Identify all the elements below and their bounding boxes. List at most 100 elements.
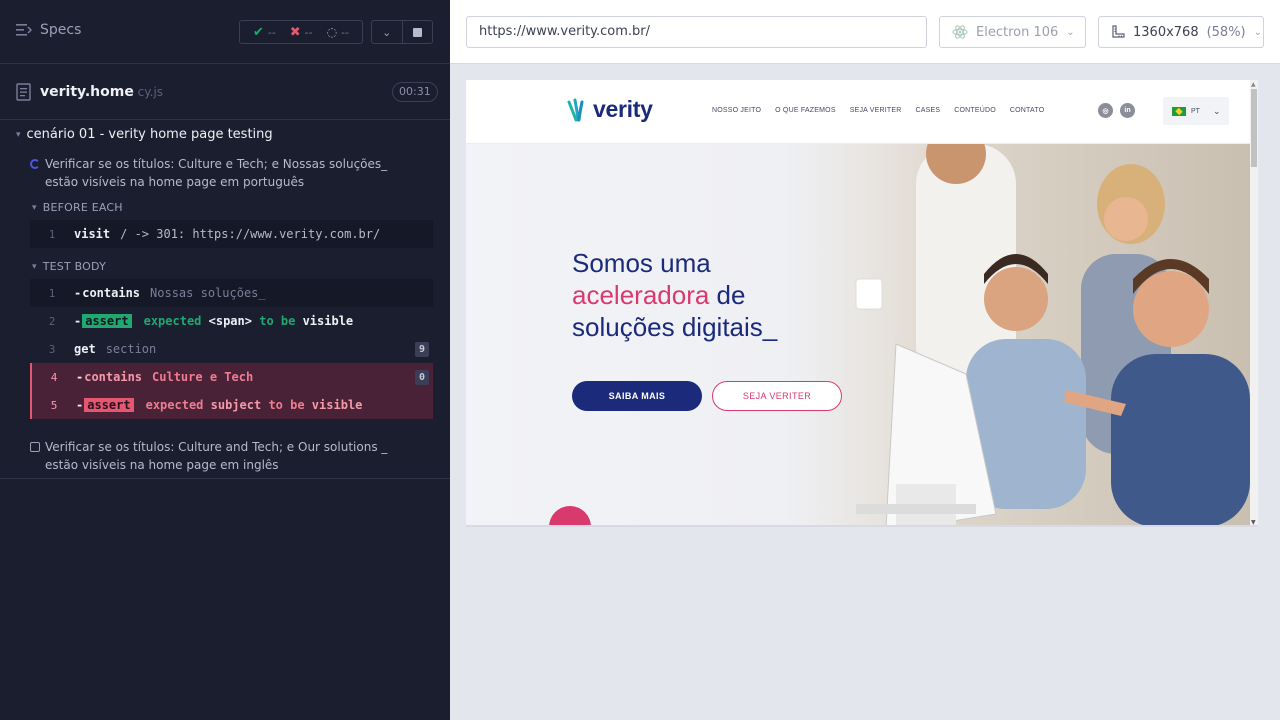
seja-veriter-button[interactable]: SEJA VERITER	[712, 381, 842, 411]
browser-name: Electron 106	[976, 24, 1059, 40]
runner-toolbar: https://www.verity.com.br/ Electron 106 …	[450, 0, 1280, 64]
scrollbar-thumb[interactable]	[1251, 89, 1257, 167]
chevron-down-icon: ⌄	[382, 25, 392, 39]
child-dash: -	[74, 314, 82, 328]
nav-o-que-fazemos[interactable]: O QUE FAZEMOS	[775, 107, 836, 114]
chevron-down-icon: ⌄	[1253, 26, 1263, 38]
aut-scrollbar[interactable]: ▲ ▼	[1250, 80, 1258, 525]
command-row[interactable]: 1 visit / -> 301: https://www.verity.com…	[30, 220, 433, 248]
command-row-failed[interactable]: 4 - contains Culture e Tech 0	[30, 363, 433, 391]
specs-label: Specs	[40, 22, 82, 38]
instagram-icon[interactable]: ◎	[1098, 103, 1113, 118]
menu-list-icon	[16, 24, 32, 36]
viewport-selector[interactable]: 1360x768 (58%) ⌄	[1098, 16, 1264, 48]
hero-line-1: Somos uma	[572, 248, 711, 278]
suite-title[interactable]: ▾ cenário 01 - verity home page testing	[16, 127, 273, 142]
test-item-pending[interactable]: Verificar se os títulos: Culture and Tec…	[30, 438, 400, 474]
file-ext-text: cy.js	[133, 85, 164, 99]
brazil-flag-icon	[1172, 106, 1186, 116]
hero-team-photo	[796, 144, 1250, 525]
assert-badge: assert	[84, 398, 134, 412]
url-field[interactable]: https://www.verity.com.br/	[466, 16, 927, 48]
spec-file-name[interactable]: verity.home cy.js	[40, 84, 163, 100]
hook-label: TEST BODY	[42, 260, 106, 273]
command-row[interactable]: 2 - assert expected <span> to be visible	[30, 307, 433, 335]
assert-to-be: to be	[259, 314, 296, 328]
collapse-all-button[interactable]: ⌄	[372, 21, 403, 43]
command-message: section	[105, 342, 157, 356]
element-count-badge: 9	[415, 342, 429, 357]
app-under-test-panel: https://www.verity.com.br/ Electron 106 …	[450, 0, 1280, 720]
pending-stat: ◌ --	[327, 25, 349, 39]
site-logo[interactable]: verity	[566, 96, 653, 123]
command-name: visit	[74, 227, 111, 241]
circle-notch-icon: ◌	[326, 25, 338, 39]
passed-count: --	[267, 25, 276, 39]
passed-stat: ✔ --	[253, 25, 276, 40]
assert-badge: assert	[82, 314, 132, 328]
chevron-down-icon: ⌄	[1066, 26, 1075, 38]
nav-cases[interactable]: CASES	[916, 107, 941, 114]
check-icon: ✔	[252, 24, 264, 40]
command-row[interactable]: 3 get section 9	[30, 335, 433, 363]
social-links: ◎ in	[1098, 103, 1135, 118]
site-nav: NOSSO JEITO O QUE FAZEMOS SEJA VERITER C…	[712, 107, 1044, 114]
assert-expected: expected	[145, 398, 204, 412]
nav-conteudo[interactable]: CONTEÚDO	[954, 107, 996, 114]
hero-line-2-rest: de	[709, 280, 746, 310]
command-number: 5	[50, 398, 58, 412]
suite-title-text: cenário 01 - verity home page testing	[26, 127, 273, 142]
aut-iframe[interactable]: verity NOSSO JEITO O QUE FAZEMOS SEJA VE…	[466, 80, 1258, 527]
chevron-down-icon: ▾	[16, 129, 21, 140]
command-message: / -> 301: https://www.verity.com.br/	[120, 227, 381, 241]
electron-icon	[952, 25, 968, 39]
ruler-icon	[1112, 25, 1125, 38]
assert-expected: expected	[143, 314, 202, 328]
failed-count: --	[304, 25, 313, 39]
pending-square-icon	[30, 442, 40, 452]
hero-accent-word: aceleradora	[572, 280, 710, 310]
decorative-pink-circle	[549, 506, 591, 525]
specs-toggle-button[interactable]: Specs	[16, 22, 81, 38]
failed-stat: ✖ --	[290, 25, 313, 40]
running-spinner-icon	[30, 159, 40, 169]
command-number: 1	[48, 227, 56, 241]
nav-nosso-jeito[interactable]: NOSSO JEITO	[712, 107, 761, 114]
saiba-mais-button[interactable]: SAIBA MAIS	[572, 381, 702, 411]
run-controls: ⌄	[371, 20, 433, 44]
reporter-header: Specs ✔ -- ✖ -- ◌ -- ⌄	[0, 0, 450, 64]
stop-button[interactable]	[403, 21, 433, 43]
assert-subject: <span>	[208, 314, 252, 328]
command-name: contains	[82, 286, 141, 300]
divider	[0, 478, 450, 479]
test-body-hook[interactable]: ▾ TEST BODY	[32, 260, 106, 273]
child-dash: -	[74, 286, 82, 300]
command-row-failed[interactable]: 5 - assert expected subject to be visibl…	[30, 391, 433, 419]
before-each-hook[interactable]: ▾ BEFORE EACH	[32, 201, 123, 214]
test-item-running[interactable]: Verificar se os títulos: Culture e Tech;…	[30, 155, 400, 191]
command-number: 2	[48, 314, 56, 328]
assert-visible: visible	[302, 314, 354, 328]
hero-line-2: aceleradora de	[572, 279, 777, 311]
stop-icon	[412, 27, 422, 37]
element-count-badge: 0	[415, 370, 429, 385]
assert-subject: subject	[210, 398, 262, 412]
test-stats: ✔ -- ✖ -- ◌ --	[239, 20, 363, 44]
command-name: get	[74, 342, 96, 356]
viewport-scale: (58%)	[1206, 24, 1246, 40]
pending-count: --	[341, 25, 349, 39]
test-title: Verificar se os títulos: Culture e Tech;…	[45, 157, 388, 189]
command-message: Nossas soluções_	[150, 286, 266, 300]
chevron-down-icon: ▾	[32, 261, 37, 272]
nav-seja-veriter[interactable]: SEJA VERITER	[850, 107, 902, 114]
nav-contato[interactable]: CONTATO	[1010, 107, 1044, 114]
language-code: PT	[1191, 107, 1200, 115]
document-icon	[16, 83, 31, 101]
browser-selector[interactable]: Electron 106 ⌄	[939, 16, 1086, 48]
child-dash: -	[76, 370, 84, 384]
hero-line-3: soluções digitais_	[572, 312, 778, 342]
language-selector[interactable]: PT ⌄	[1163, 97, 1229, 125]
spec-file-header: verity.home cy.js 00:31	[0, 65, 450, 120]
linkedin-icon[interactable]: in	[1120, 103, 1135, 118]
command-row[interactable]: 1 - contains Nossas soluções_	[30, 279, 433, 307]
